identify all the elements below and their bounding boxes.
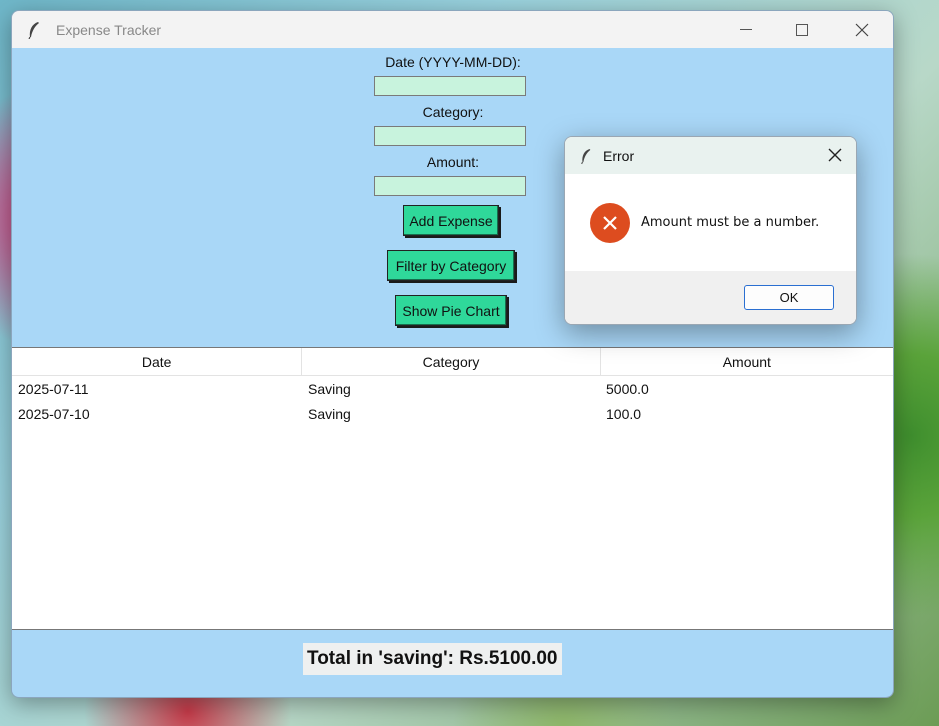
dialog-footer: OK bbox=[565, 271, 856, 324]
amount-label: Amount: bbox=[426, 154, 480, 170]
maximize-button[interactable] bbox=[779, 11, 825, 48]
total-label: Total in 'saving': Rs.5100.00 bbox=[303, 643, 562, 675]
column-header-category[interactable]: Category bbox=[302, 348, 601, 375]
cell-amount: 5000.0 bbox=[606, 380, 649, 397]
close-icon bbox=[855, 23, 869, 36]
ok-button[interactable]: OK bbox=[744, 285, 834, 310]
date-field[interactable] bbox=[374, 76, 526, 96]
filter-by-category-button[interactable]: Filter by Category bbox=[387, 250, 515, 281]
main-window: Expense Tracker Date (YYYY-MM-DD): Categ… bbox=[11, 10, 894, 698]
table-row[interactable]: 2025-07-11 Saving 5000.0 bbox=[12, 376, 893, 401]
dialog-message: Amount must be a number. bbox=[641, 215, 820, 230]
show-pie-chart-button[interactable]: Show Pie Chart bbox=[395, 295, 507, 326]
table-row[interactable]: 2025-07-10 Saving 100.0 bbox=[12, 401, 893, 426]
cell-date: 2025-07-10 bbox=[18, 405, 90, 422]
window-title: Expense Tracker bbox=[56, 21, 162, 38]
feather-icon bbox=[28, 21, 39, 39]
feather-icon bbox=[581, 148, 591, 164]
category-field[interactable] bbox=[374, 126, 526, 146]
close-icon[interactable] bbox=[826, 146, 844, 164]
minimize-icon bbox=[740, 29, 752, 30]
category-label: Category: bbox=[422, 104, 484, 120]
dialog-title-bar[interactable]: Error bbox=[565, 137, 856, 174]
amount-field[interactable] bbox=[374, 176, 526, 196]
column-header-amount[interactable]: Amount bbox=[601, 348, 893, 375]
cell-amount: 100.0 bbox=[606, 405, 642, 422]
title-bar[interactable]: Expense Tracker bbox=[12, 11, 893, 48]
cell-category: Saving bbox=[308, 405, 351, 422]
close-button[interactable] bbox=[839, 11, 885, 48]
maximize-icon bbox=[796, 23, 808, 36]
add-expense-button[interactable]: Add Expense bbox=[403, 205, 499, 236]
dialog-title: Error bbox=[603, 147, 635, 164]
table-header: Date Category Amount bbox=[12, 348, 893, 376]
dialog-body: Amount must be a number. bbox=[565, 174, 856, 271]
date-label: Date (YYYY-MM-DD): bbox=[385, 54, 521, 70]
expense-table[interactable]: Date Category Amount 2025-07-11 Saving 5… bbox=[12, 347, 893, 630]
minimize-button[interactable] bbox=[723, 11, 769, 48]
cell-category: Saving bbox=[308, 380, 351, 397]
error-dialog: Error Amount must be a number. OK bbox=[564, 136, 857, 325]
column-header-date[interactable]: Date bbox=[12, 348, 303, 375]
cell-date: 2025-07-11 bbox=[18, 380, 89, 397]
error-icon bbox=[590, 202, 630, 243]
